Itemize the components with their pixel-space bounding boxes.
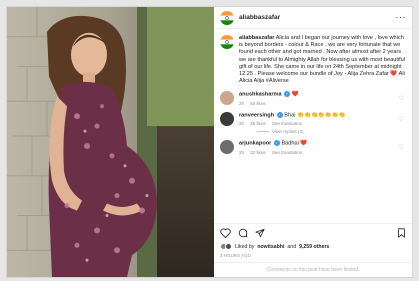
- comment-time: 2h: [239, 149, 245, 155]
- comment-text: ❤️: [291, 91, 299, 98]
- caption-text: Alicia and I began our journey with love…: [239, 35, 406, 85]
- comment-text-block: arjunkapoor ✓ Badhai ❤️: [239, 140, 307, 147]
- commenter-avatar[interactable]: [220, 140, 234, 155]
- post-side-panel: aliabbaszafar ··· aliabbaszafar Alicia a…: [214, 7, 412, 277]
- commenter-avatar[interactable]: [220, 91, 234, 106]
- comment-likes[interactable]: 45 likes: [250, 121, 266, 126]
- comment-likes[interactable]: 22 likes: [250, 150, 266, 155]
- comment-item: arjunkapoor ✓ Badhai ❤️ 2h 22 likes See …: [220, 140, 406, 155]
- likes-count[interactable]: 9,259 others: [299, 244, 329, 250]
- heart-icon[interactable]: [220, 228, 231, 238]
- comment-text: Badhai ❤️: [281, 140, 308, 147]
- india-flag-avatar-icon: [220, 35, 234, 49]
- heart-icon[interactable]: ♡: [399, 144, 404, 151]
- action-bar: Liked by nowitsabhi and 9,259 others 3 H…: [214, 223, 412, 258]
- replies-line: [257, 131, 269, 133]
- comment-likes[interactable]: 50 likes: [250, 101, 266, 106]
- liker-avatars: [220, 243, 232, 250]
- caption: aliabbaszafar Alicia and I began our jou…: [220, 35, 406, 85]
- liked-by-label: Liked by: [235, 243, 255, 250]
- pregnant-woman-photo: [7, 7, 214, 277]
- commenter-avatar[interactable]: [220, 111, 234, 126]
- comment-text-block: ranveersingh ✓ Bhai 👏👏👏👏👏👏👏: [239, 111, 346, 119]
- caption-author-avatar[interactable]: [220, 35, 234, 49]
- comment-item: anushkasharma ✓ ❤️ 2h 50 likes ♡: [220, 91, 406, 106]
- comment-username[interactable]: anushkasharma: [239, 92, 282, 98]
- heart-icon[interactable]: ♡: [399, 95, 404, 102]
- see-translation-link[interactable]: See translation: [272, 121, 303, 126]
- save-icon[interactable]: [397, 228, 406, 238]
- more-icon[interactable]: ···: [396, 13, 407, 22]
- view-replies-label[interactable]: View replies (2): [272, 129, 304, 134]
- post-modal: aliabbaszafar ··· aliabbaszafar Alicia a…: [6, 6, 413, 278]
- post-time-ago: 3 HOURS AGO: [220, 253, 252, 258]
- post-photo[interactable]: [7, 7, 214, 277]
- action-icons: [220, 227, 406, 239]
- author-avatar[interactable]: [220, 10, 234, 25]
- verified-icon: ✓: [284, 91, 291, 98]
- comment-username[interactable]: ranveersingh: [239, 112, 274, 118]
- verified-icon: ✓: [276, 111, 283, 118]
- comment-meta: 2h 22 likes See translation: [239, 150, 307, 155]
- comment-time: 2h: [239, 121, 245, 127]
- comment-text-block: anushkasharma ✓ ❤️: [239, 91, 299, 98]
- comment-time: 2h: [239, 100, 245, 106]
- share-icon[interactable]: [255, 228, 265, 238]
- verified-icon: ✓: [273, 140, 280, 147]
- post-header: aliabbaszafar ···: [214, 7, 412, 29]
- comments-limited-notice: Comments on this post have been limited.: [214, 262, 412, 277]
- comment-icon[interactable]: [238, 228, 248, 238]
- caption-username[interactable]: aliabbaszafar: [239, 35, 274, 41]
- comment-item: ranveersingh ✓ Bhai 👏👏👏👏👏👏👏 2h 45 likes …: [220, 111, 406, 126]
- liked-by-user[interactable]: nowitsabhi: [257, 244, 284, 250]
- see-translation-link[interactable]: See translation: [272, 150, 303, 155]
- screen: aliabbaszafar ··· aliabbaszafar Alicia a…: [0, 0, 419, 281]
- heart-icon[interactable]: ♡: [399, 116, 404, 123]
- comment-meta: 2h 45 likes See translation: [239, 121, 346, 126]
- comment-text: Bhai 👏👏👏👏👏👏👏: [284, 112, 346, 119]
- india-flag-avatar-icon: [220, 10, 234, 25]
- author-username[interactable]: aliabbaszafar: [239, 14, 280, 21]
- view-replies[interactable]: View replies (2): [257, 129, 406, 134]
- comment-meta: 2h 50 likes: [239, 101, 299, 106]
- caption-text-block: aliabbaszafar Alicia and I began our jou…: [239, 35, 406, 85]
- liker-avatar[interactable]: [225, 243, 232, 250]
- comments-scroll[interactable]: aliabbaszafar Alicia and I began our jou…: [214, 29, 412, 223]
- comment-username[interactable]: arjunkapoor: [239, 141, 271, 147]
- liked-and: and: [287, 243, 297, 250]
- liked-by: Liked by nowitsabhi and 9,259 others: [220, 243, 406, 250]
